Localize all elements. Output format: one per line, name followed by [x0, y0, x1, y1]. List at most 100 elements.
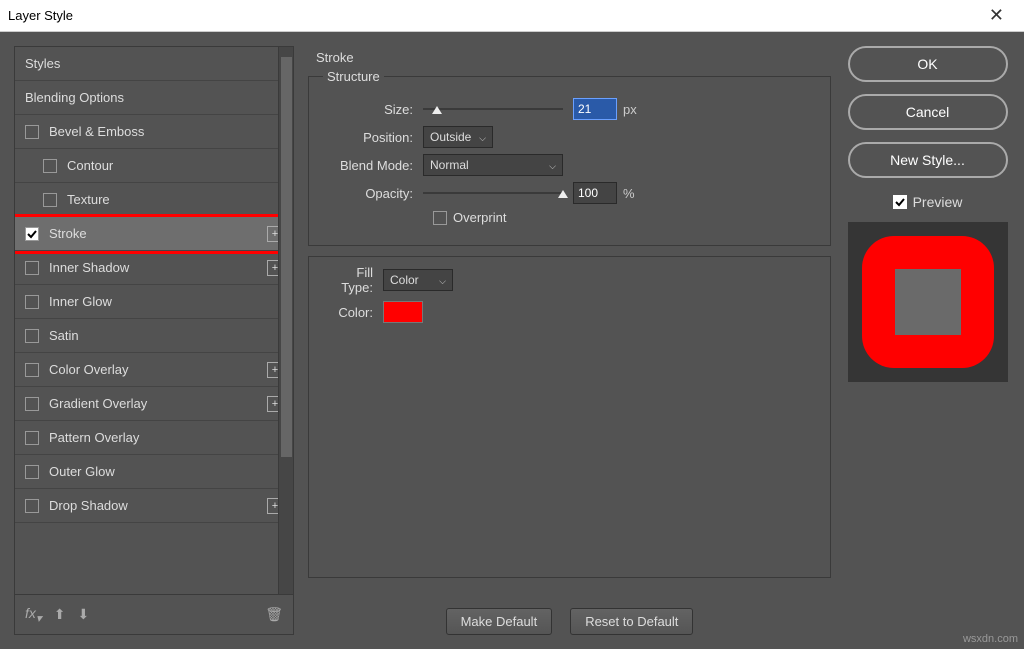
sidebar-item-texture[interactable]: Texture [15, 183, 293, 217]
label: Inner Glow [49, 294, 112, 309]
scrollbar-thumb[interactable] [281, 57, 292, 457]
blendmode-row: Blend Mode: Normal ⌵ [323, 154, 816, 176]
sidebar-header-styles[interactable]: Styles [15, 47, 293, 81]
checkbox-icon[interactable] [25, 397, 39, 411]
overprint-row: Overprint [433, 210, 816, 225]
checkbox-icon[interactable] [25, 431, 39, 445]
chevron-down-icon: ⌵ [439, 276, 446, 287]
sidebar-item-bevel[interactable]: Bevel & Emboss [15, 115, 293, 149]
opacity-slider[interactable] [423, 186, 563, 200]
new-style-button[interactable]: New Style... [848, 142, 1008, 178]
ok-button[interactable]: OK [848, 46, 1008, 82]
position-dropdown[interactable]: Outside ⌵ [423, 126, 493, 148]
position-row: Position: Outside ⌵ [323, 126, 816, 148]
opacity-row: Opacity: % [323, 182, 816, 204]
preview-stroke-shape [862, 236, 994, 368]
checkbox-icon[interactable] [25, 465, 39, 479]
label: Gradient Overlay [49, 396, 147, 411]
make-default-button[interactable]: Make Default [446, 608, 553, 635]
size-label: Size: [323, 102, 423, 117]
scrollbar[interactable] [278, 47, 293, 594]
close-icon[interactable]: ✕ [977, 5, 1016, 26]
filltype-row: Fill Type: Color ⌵ [323, 265, 816, 295]
chevron-down-icon: ⌵ [479, 133, 486, 144]
preview-checkbox[interactable] [893, 195, 907, 209]
label: Pattern Overlay [49, 430, 139, 445]
sidebar-item-color-overlay[interactable]: Color Overlay + [15, 353, 293, 387]
label: Blending Options [25, 90, 124, 105]
slider-thumb-icon[interactable] [431, 104, 443, 116]
color-swatch[interactable] [383, 301, 423, 323]
size-row: Size: px [323, 98, 816, 120]
sidebar-header-blending[interactable]: Blending Options [15, 81, 293, 115]
opacity-unit: % [623, 186, 635, 201]
fx-icon[interactable]: fx▾ [25, 605, 42, 625]
window-title: Layer Style [8, 8, 73, 23]
checkbox-icon[interactable] [43, 193, 57, 207]
chevron-down-icon: ⌵ [549, 161, 556, 172]
dropdown-value: Outside [430, 130, 471, 144]
titlebar: Layer Style ✕ [0, 0, 1024, 32]
label: Bevel & Emboss [49, 124, 144, 139]
overprint-checkbox[interactable] [433, 211, 447, 225]
checkbox-icon[interactable] [25, 295, 39, 309]
preview-toggle-row: Preview [893, 194, 963, 210]
filltype-dropdown[interactable]: Color ⌵ [383, 269, 453, 291]
sidebar-item-outer-glow[interactable]: Outer Glow [15, 455, 293, 489]
default-buttons: Make Default Reset to Default [308, 608, 831, 635]
checkbox-icon[interactable] [25, 363, 39, 377]
structure-fieldset: Structure Size: px Position: Outside ⌵ [308, 69, 831, 246]
slider-thumb-icon[interactable] [557, 188, 569, 200]
dialog-content: Styles Blending Options Bevel & Emboss C… [0, 32, 1024, 649]
reset-default-button[interactable]: Reset to Default [570, 608, 693, 635]
label: Styles [25, 56, 60, 71]
sidebar-item-gradient-overlay[interactable]: Gradient Overlay + [15, 387, 293, 421]
panel-title: Stroke [308, 46, 831, 69]
filltype-label: Fill Type: [323, 265, 383, 295]
checkbox-icon[interactable] [25, 125, 39, 139]
styles-sidebar: Styles Blending Options Bevel & Emboss C… [14, 46, 294, 635]
sidebar-item-inner-shadow[interactable]: Inner Shadow + [15, 251, 293, 285]
sidebar-footer: fx▾ ⬆ ⬇ 🗑 [15, 594, 293, 634]
label: Satin [49, 328, 79, 343]
opacity-label: Opacity: [323, 186, 423, 201]
dropdown-value: Normal [430, 158, 469, 172]
label: Stroke [49, 226, 87, 241]
blendmode-label: Blend Mode: [323, 158, 423, 173]
checkbox-icon[interactable] [25, 499, 39, 513]
cancel-button[interactable]: Cancel [848, 94, 1008, 130]
checkbox-icon[interactable] [25, 329, 39, 343]
color-label: Color: [323, 305, 383, 320]
checkbox-icon[interactable] [25, 227, 39, 241]
preview-inner-shape [895, 269, 961, 335]
label: Inner Shadow [49, 260, 129, 275]
label: Drop Shadow [49, 498, 128, 513]
blendmode-dropdown[interactable]: Normal ⌵ [423, 154, 563, 176]
opacity-input[interactable] [573, 182, 617, 204]
sidebar-item-pattern-overlay[interactable]: Pattern Overlay [15, 421, 293, 455]
styles-list: Styles Blending Options Bevel & Emboss C… [15, 47, 293, 594]
up-arrow-icon[interactable]: ⬆ [54, 606, 66, 623]
color-row: Color: [323, 301, 816, 323]
sidebar-item-drop-shadow[interactable]: Drop Shadow + [15, 489, 293, 523]
sidebar-item-stroke[interactable]: Stroke + [15, 217, 293, 251]
down-arrow-icon[interactable]: ⬇ [77, 606, 89, 623]
checkbox-icon[interactable] [25, 261, 39, 275]
checkbox-icon[interactable] [43, 159, 57, 173]
trash-icon[interactable]: 🗑 [265, 606, 283, 623]
sidebar-item-contour[interactable]: Contour [15, 149, 293, 183]
size-unit: px [623, 102, 637, 117]
label: Color Overlay [49, 362, 128, 377]
label: Contour [67, 158, 113, 173]
overprint-label: Overprint [453, 210, 506, 225]
sidebar-item-inner-glow[interactable]: Inner Glow [15, 285, 293, 319]
size-input[interactable] [573, 98, 617, 120]
watermark: wsxdn.com [963, 633, 1018, 645]
stroke-panel: Stroke Structure Size: px Position: Outs… [308, 46, 831, 635]
label: Outer Glow [49, 464, 115, 479]
layer-style-dialog: Layer Style ✕ Styles Blending Options Be… [0, 0, 1024, 649]
label: Texture [67, 192, 110, 207]
sidebar-item-satin[interactable]: Satin [15, 319, 293, 353]
dropdown-value: Color [390, 273, 419, 287]
size-slider[interactable] [423, 102, 563, 116]
